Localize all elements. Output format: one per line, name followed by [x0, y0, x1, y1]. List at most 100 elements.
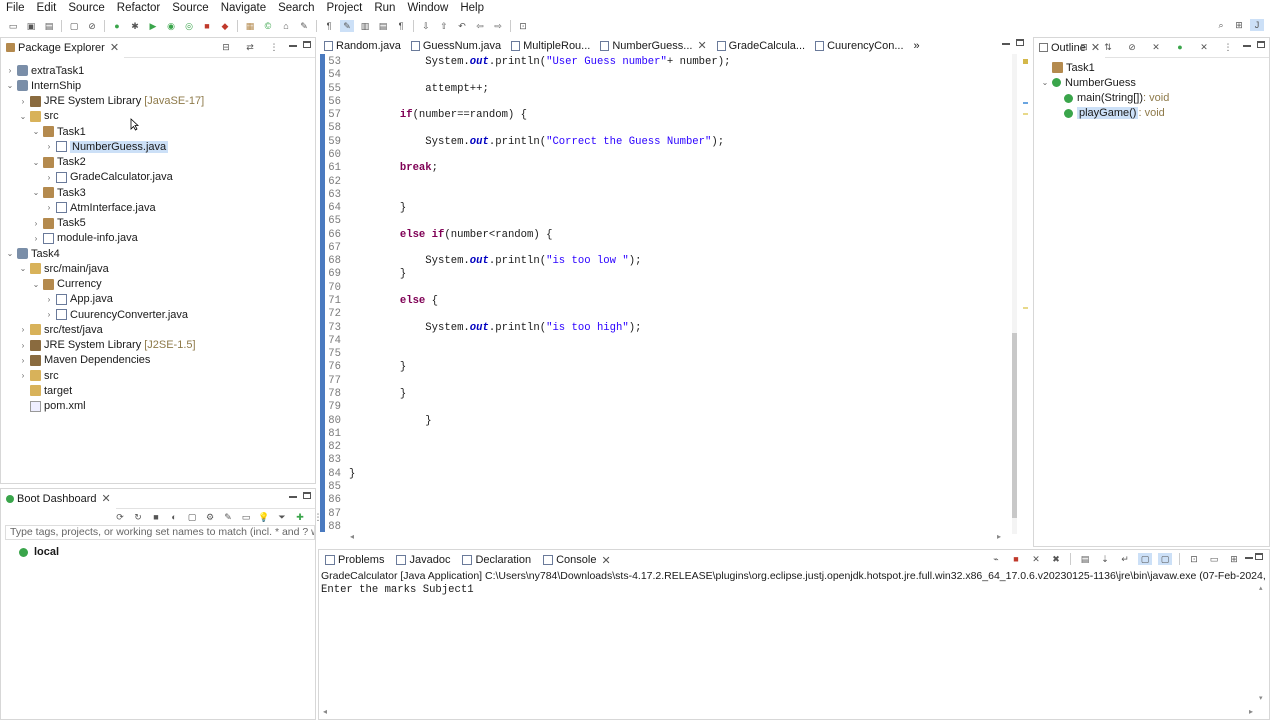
- collapsed-chevron-icon[interactable]: ›: [18, 371, 28, 380]
- code-line[interactable]: 74: [325, 335, 349, 348]
- save-all-icon[interactable]: ▤: [42, 20, 56, 32]
- collapsed-chevron-icon[interactable]: ›: [18, 97, 28, 106]
- code-line[interactable]: 64 }: [325, 202, 406, 215]
- menu-window[interactable]: Window: [401, 0, 454, 17]
- code-line[interactable]: 69 }: [325, 268, 406, 281]
- editor-tab[interactable]: GuessNum.java: [407, 40, 507, 52]
- remove-all-icon[interactable]: ✖: [1049, 553, 1063, 565]
- scroll-left-icon[interactable]: ◂: [323, 707, 327, 716]
- tab-javadoc[interactable]: Javadoc: [390, 554, 456, 566]
- code-line[interactable]: 62: [325, 176, 349, 189]
- terminate-icon[interactable]: ■: [1009, 553, 1023, 565]
- minimize-icon[interactable]: [289, 45, 297, 47]
- tree-item[interactable]: › src/test/java: [18, 322, 103, 337]
- pin-editor-icon[interactable]: ⊡: [516, 20, 530, 32]
- expanded-chevron-icon[interactable]: ⌄: [31, 280, 41, 289]
- code-line[interactable]: 61 break;: [325, 162, 438, 175]
- code-line[interactable]: 71 else {: [325, 295, 438, 308]
- code-line[interactable]: 60: [325, 149, 349, 162]
- scroll-right-icon[interactable]: ▸: [997, 532, 1001, 541]
- forward-icon[interactable]: ⇨: [491, 20, 505, 32]
- restart-icon[interactable]: ↻: [131, 511, 145, 523]
- collapsed-chevron-icon[interactable]: ›: [31, 219, 41, 228]
- tree-item[interactable]: target: [18, 383, 72, 398]
- highlight-icon[interactable]: ✎: [340, 20, 354, 32]
- tree-item[interactable]: › JRE System Library [JavaSE-17]: [18, 94, 204, 109]
- tab-package-explorer[interactable]: Package Explorer ✕: [1, 37, 125, 58]
- save-icon[interactable]: ▣: [24, 20, 38, 32]
- code-line[interactable]: 81: [325, 428, 349, 441]
- menu-refactor[interactable]: Refactor: [111, 0, 166, 17]
- add-icon[interactable]: ✚: [293, 511, 307, 523]
- tree-item[interactable]: › GradeCalculator.java: [44, 170, 173, 185]
- browser-icon[interactable]: ▭: [239, 511, 253, 523]
- expanded-chevron-icon[interactable]: ⌄: [1040, 78, 1050, 87]
- show-on-output-icon[interactable]: ▢: [1138, 553, 1152, 565]
- occurrence-marker[interactable]: [1023, 102, 1028, 104]
- scroll-down-icon[interactable]: ▾: [1259, 694, 1263, 702]
- tab-console[interactable]: Console ✕: [537, 554, 617, 567]
- expanded-chevron-icon[interactable]: ⌄: [31, 127, 41, 136]
- tree-item[interactable]: › extraTask1: [5, 63, 85, 78]
- menu-project[interactable]: Project: [321, 0, 369, 17]
- code-line[interactable]: 63: [325, 189, 349, 202]
- local-target[interactable]: local: [19, 546, 59, 558]
- code-line[interactable]: 76 }: [325, 361, 406, 374]
- open-config-icon[interactable]: ⚙: [203, 511, 217, 523]
- annotation-icon[interactable]: ¶: [322, 20, 336, 32]
- tree-item[interactable]: ⌄ src: [18, 109, 59, 124]
- view-menu-icon[interactable]: ⋮: [1221, 41, 1235, 53]
- tree-item[interactable]: ⌄ src/main/java: [18, 261, 109, 276]
- tree-item[interactable]: › Maven Dependencies: [18, 353, 151, 368]
- minimize-icon[interactable]: [1002, 43, 1010, 45]
- collapsed-chevron-icon[interactable]: ›: [18, 341, 28, 350]
- tree-item[interactable]: pom.xml: [18, 399, 86, 414]
- new-class-icon[interactable]: ©: [261, 20, 275, 32]
- code-line[interactable]: 79: [325, 401, 349, 414]
- outline-item[interactable]: main(String[]) : void: [1064, 91, 1169, 106]
- show-whitespace-icon[interactable]: ▤: [376, 20, 390, 32]
- code-line[interactable]: 58: [325, 122, 349, 135]
- pin-console-icon[interactable]: ⊡: [1187, 553, 1201, 565]
- collapsed-chevron-icon[interactable]: ›: [31, 234, 41, 243]
- code-line[interactable]: 54: [325, 69, 349, 82]
- close-icon[interactable]: ✕: [697, 39, 706, 52]
- minimize-icon[interactable]: [1245, 557, 1253, 559]
- tree-item[interactable]: › JRE System Library [J2SE-1.5]: [18, 338, 196, 353]
- maximize-icon[interactable]: [1016, 39, 1024, 46]
- open-console-icon[interactable]: ▢: [185, 511, 199, 523]
- tree-item[interactable]: ⌄ Currency: [31, 277, 102, 292]
- code-line[interactable]: 77: [325, 375, 349, 388]
- scrollbar-thumb[interactable]: [1012, 333, 1017, 518]
- expanded-chevron-icon[interactable]: ⌄: [31, 158, 41, 167]
- code-line[interactable]: 68 System.out.println("is too low ");: [325, 255, 641, 268]
- close-icon[interactable]: ✕: [110, 41, 119, 54]
- code-line[interactable]: 88: [325, 521, 349, 532]
- maximize-icon[interactable]: [1255, 553, 1263, 560]
- menu-run[interactable]: Run: [368, 0, 401, 17]
- code-line[interactable]: 65: [325, 215, 349, 228]
- expanded-chevron-icon[interactable]: ⌄: [31, 188, 41, 197]
- menu-file[interactable]: File: [0, 0, 31, 17]
- occurrence-marker[interactable]: [1023, 307, 1028, 309]
- menu-source[interactable]: Source: [62, 0, 110, 17]
- close-icon[interactable]: ✕: [601, 554, 610, 567]
- tree-item[interactable]: › module-info.java: [31, 231, 138, 246]
- overview-ruler[interactable]: [1021, 55, 1029, 535]
- boot-dashboard-filter-input[interactable]: Type tags, projects, or working set name…: [5, 525, 315, 540]
- expanded-chevron-icon[interactable]: ⌄: [5, 249, 15, 258]
- external-tools-icon[interactable]: ◎: [182, 20, 196, 32]
- code-line[interactable]: 66 else if(number<random) {: [325, 229, 552, 242]
- editor-tab[interactable]: NumberGuess... ✕: [596, 39, 713, 52]
- code-line[interactable]: 85: [325, 481, 349, 494]
- open-type-icon[interactable]: ⌂: [279, 20, 293, 32]
- editor-tab[interactable]: GradeCalcula...: [713, 40, 811, 52]
- disconnect-icon[interactable]: ⌁: [989, 553, 1003, 565]
- menu-edit[interactable]: Edit: [31, 0, 63, 17]
- tab-boot-dashboard[interactable]: Boot Dashboard ✕: [1, 488, 116, 509]
- code-line[interactable]: 53 System.out.println("User Guess number…: [325, 56, 730, 69]
- collapsed-chevron-icon[interactable]: ›: [18, 356, 28, 365]
- collapsed-chevron-icon[interactable]: ›: [44, 295, 54, 304]
- tree-item[interactable]: › src: [18, 368, 59, 383]
- code-line[interactable]: 83: [325, 454, 349, 467]
